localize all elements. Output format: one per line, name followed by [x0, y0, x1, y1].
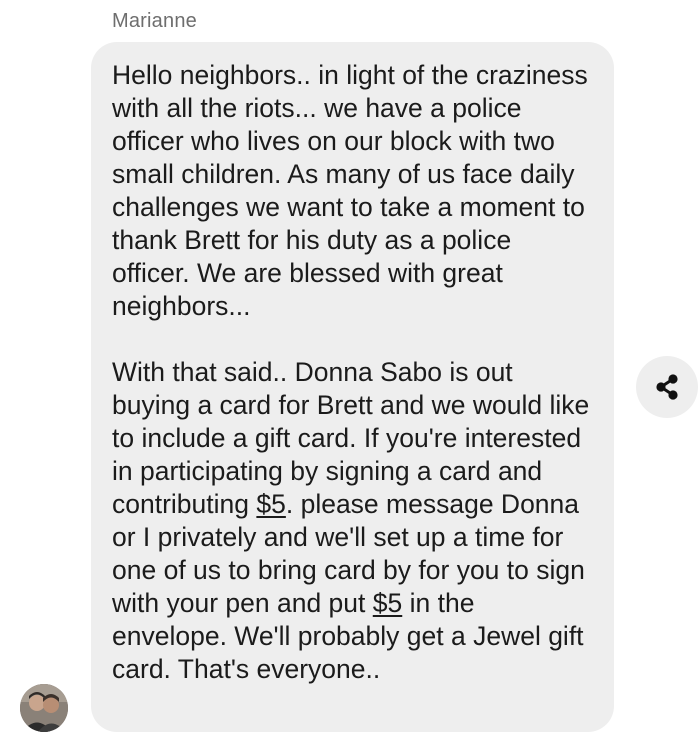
amount-link[interactable]: $5 — [373, 588, 402, 618]
sender-avatar — [20, 684, 68, 732]
message-bubble[interactable]: Hello neighbors.. in light of the crazin… — [91, 42, 614, 732]
sender-name: Marianne — [112, 10, 197, 32]
message-paragraph: With that said.. Donna Sabo is out buyin… — [112, 356, 596, 686]
amount-link[interactable]: $5 — [256, 489, 285, 519]
message-paragraph: Hello neighbors.. in light of the crazin… — [112, 60, 588, 321]
share-icon — [656, 374, 678, 400]
avatar[interactable] — [20, 684, 68, 732]
share-button[interactable] — [636, 356, 698, 418]
